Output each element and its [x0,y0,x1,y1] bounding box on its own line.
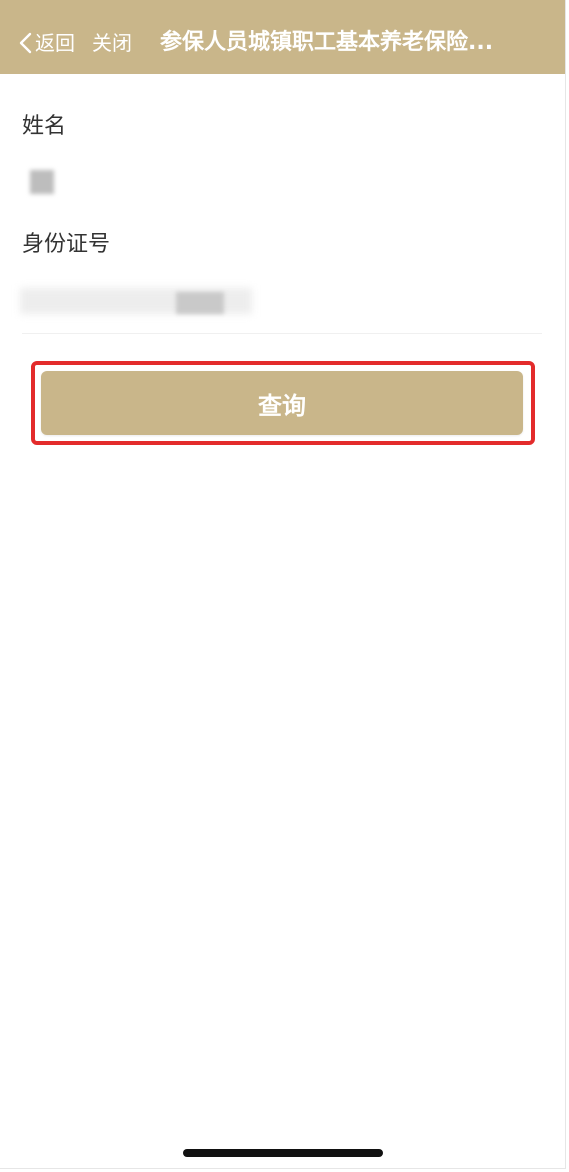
header-bar: 返回 关闭 参保人员城镇职工基本养老保险... [0,0,565,74]
id-number-value-masked [20,284,252,318]
page: 返回 关闭 参保人员城镇职工基本养老保险... 姓名 身份证号 查询 [0,0,566,1169]
id-mask-block [176,292,224,314]
back-button[interactable]: 返回 [18,26,75,60]
home-indicator[interactable] [183,1149,383,1157]
back-label: 返回 [35,31,75,55]
form-divider [22,333,542,334]
page-title: 参保人员城镇职工基本养老保险... [160,30,494,55]
close-button[interactable]: 关闭 [92,26,132,60]
query-button[interactable]: 查询 [41,371,523,435]
chevron-left-icon [19,32,32,54]
name-value-masked [30,170,54,194]
name-label: 姓名 [22,114,67,139]
id-number-label: 身份证号 [22,232,111,257]
